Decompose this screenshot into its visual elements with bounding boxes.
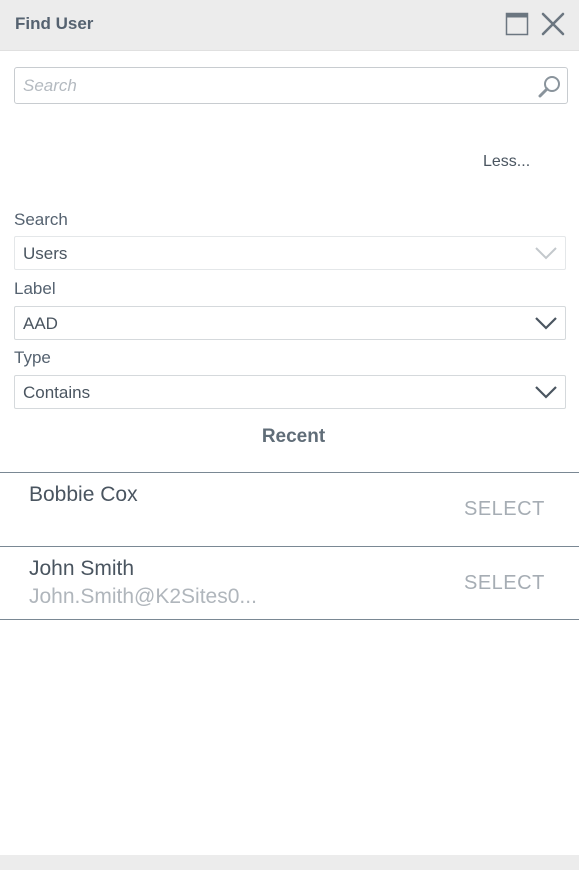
dialog-titlebar: Find User: [0, 0, 579, 51]
close-icon[interactable]: [541, 12, 565, 36]
search-field: [14, 67, 568, 104]
search-type-label: Search: [14, 210, 68, 229]
dialog-footer: [0, 855, 579, 870]
select-user-button[interactable]: SELECT: [464, 572, 545, 595]
search-icon[interactable]: [538, 74, 562, 98]
type-select[interactable]: Contains: [14, 375, 566, 409]
chevron-down-icon: [534, 384, 558, 400]
label-field-label: Label: [14, 279, 56, 298]
type-field-label: Type: [14, 348, 51, 367]
user-name: John Smith: [29, 557, 135, 580]
user-list-item[interactable]: Bobbie Cox SELECT: [0, 473, 579, 546]
search-type-select[interactable]: Users: [14, 236, 566, 270]
divider: [0, 619, 579, 620]
label-select[interactable]: AAD: [14, 306, 566, 340]
recent-heading: Recent: [261, 426, 326, 447]
user-name: Bobbie Cox: [29, 483, 138, 506]
select-user-button[interactable]: SELECT: [464, 498, 545, 521]
dialog-title: Find User: [15, 14, 94, 33]
maximize-icon[interactable]: [505, 12, 529, 36]
type-value: Contains: [23, 383, 91, 402]
search-input[interactable]: [15, 68, 525, 103]
label-value: AAD: [23, 314, 58, 333]
less-options-link[interactable]: Less...: [483, 153, 530, 171]
chevron-down-icon: [534, 245, 558, 261]
user-list-item[interactable]: John Smith John.Smith@K2Sites0... SELECT: [0, 547, 579, 620]
search-type-value: Users: [23, 244, 68, 263]
user-email: John.Smith@K2Sites0...: [29, 585, 257, 608]
chevron-down-icon: [534, 315, 558, 331]
